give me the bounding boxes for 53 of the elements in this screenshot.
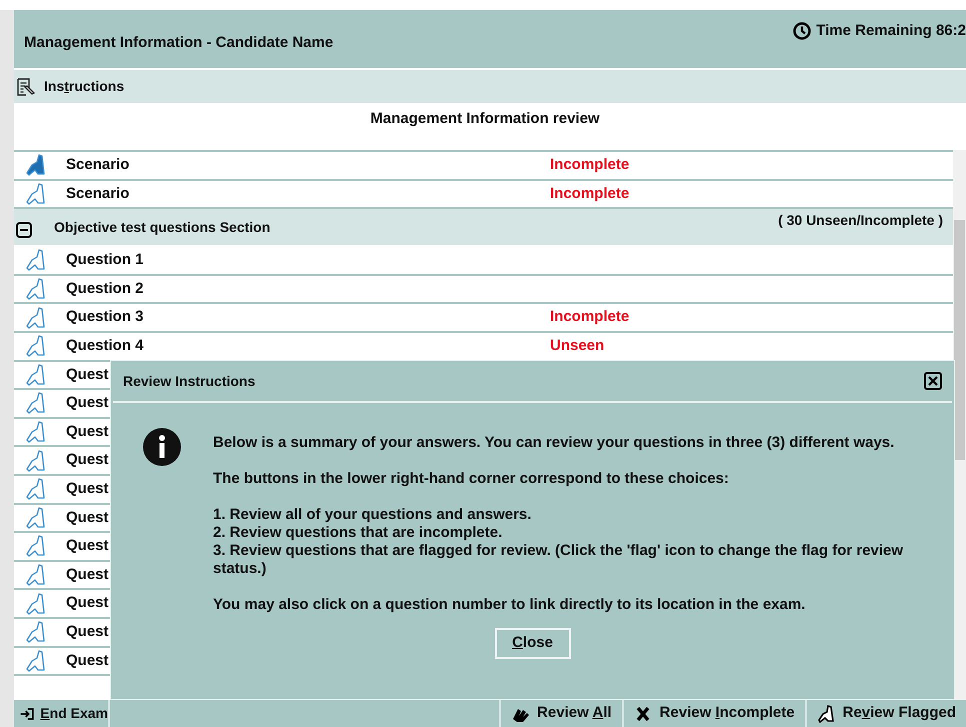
flag-icon[interactable] <box>25 248 47 272</box>
info-icon <box>142 427 182 467</box>
question-link[interactable]: Question 1 <box>66 249 550 272</box>
collapse-icon[interactable] <box>16 222 32 238</box>
question-link[interactable]: Question 4 <box>66 335 550 358</box>
review-title: Management Information review <box>370 109 600 129</box>
exam-title: Management Information - Candidate Name <box>24 33 334 53</box>
list-item: 2. Review questions that are incomplete. <box>213 524 504 542</box>
document-pen-icon <box>16 76 36 96</box>
clock-icon <box>793 22 812 40</box>
flag-icon[interactable] <box>25 182 47 206</box>
dialog-paragraph: You may also click on a question number to link directly to its location in the exam. <box>213 596 806 614</box>
flag-icon[interactable] <box>25 306 47 330</box>
status-label: Incomplete <box>550 307 630 328</box>
flag-icon[interactable] <box>25 153 47 178</box>
section-row[interactable]: Objective test questions Section ( 30 Unseen/Incomplete ) <box>14 209 953 248</box>
scroll-thumb[interactable] <box>954 220 965 460</box>
instructions-bar[interactable]: Instructions <box>14 70 966 103</box>
flag-icon[interactable] <box>25 563 47 588</box>
flag-icon[interactable] <box>25 391 47 416</box>
status-label: Incomplete <box>550 184 630 204</box>
scrollbar[interactable] <box>953 150 966 700</box>
question-link[interactable]: Question 3 <box>66 306 550 329</box>
section-title: Objective test questions Section <box>54 218 270 238</box>
status-label: Incomplete <box>550 155 630 176</box>
close-icon[interactable] <box>924 372 942 390</box>
flag-icon <box>816 704 835 722</box>
dialog-paragraph: The buttons in the lower right-hand corner correspond to these choices: <box>213 470 730 488</box>
section-summary: ( 30 Unseen/Incomplete ) <box>778 211 943 230</box>
flag-icon[interactable] <box>25 448 47 473</box>
flag-icon[interactable] <box>25 620 47 644</box>
flag-icon[interactable] <box>25 592 47 616</box>
close-button[interactable]: Close <box>494 628 570 659</box>
exit-icon <box>20 706 34 722</box>
end-exam-button[interactable]: End Exam <box>14 700 110 727</box>
flag-icon[interactable] <box>25 477 47 502</box>
instructions-label[interactable]: Instructions <box>44 76 124 97</box>
flag-icon[interactable] <box>25 277 47 302</box>
list-item: 1. Review all of your questions and answers. <box>213 506 532 524</box>
flag-icon[interactable] <box>25 420 47 444</box>
flag-icon[interactable] <box>25 506 47 530</box>
question-link[interactable]: Question 2 <box>66 278 550 300</box>
dialog-paragraph: Below is a summary of your answers. You can review your questions in three (3) different ways. <box>213 434 896 452</box>
flag-icon[interactable] <box>25 648 47 673</box>
flag-icon[interactable] <box>25 534 47 558</box>
time-remaining: Time Remaining 86:2 <box>816 21 966 41</box>
list-item: 3. Review questions that are flagged for review. (Click the 'flag' icon to change the flag for review status.) <box>213 542 904 578</box>
dialog-title: Review Instructions <box>123 372 256 390</box>
flag-icon[interactable] <box>25 334 47 358</box>
flag-icon[interactable] <box>25 362 47 387</box>
status-label: Unseen <box>550 336 604 356</box>
question-link[interactable]: Scenario <box>66 154 550 177</box>
question-link[interactable]: Scenario <box>66 182 550 206</box>
